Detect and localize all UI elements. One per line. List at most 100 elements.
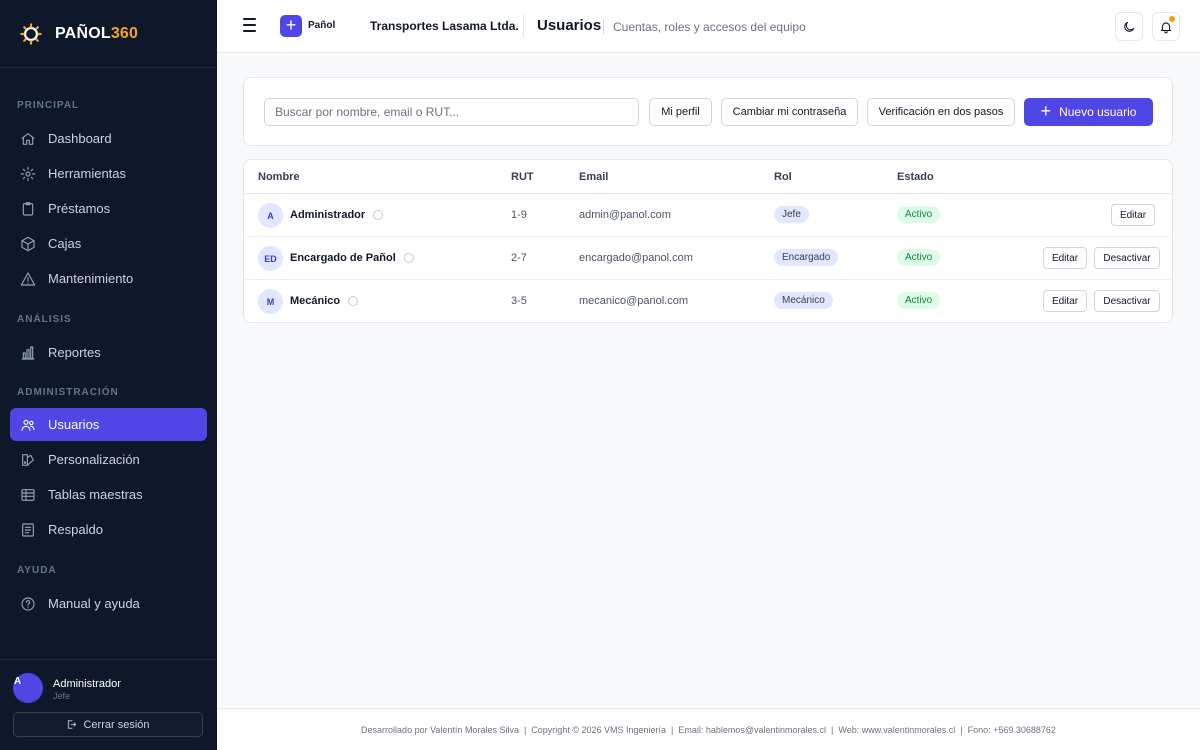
sidebar-item-prestamos[interactable]: Préstamos — [10, 192, 207, 225]
dark-mode-toggle[interactable] — [1115, 12, 1143, 41]
sidebar-user-panel: A Administrador Jefe Cerrar sesión — [0, 659, 217, 750]
edit-button[interactable]: Editar — [1043, 290, 1087, 312]
clipboard-icon — [22, 201, 34, 216]
page-subtitle: Cuentas, roles y accesos del equipo — [613, 20, 806, 34]
logout-label: Cerrar sesión — [83, 718, 150, 731]
top-bar: + Pañol Transportes Lasama Ltda. Usuario… — [217, 0, 1200, 53]
column-header-nombre[interactable]: Nombre — [258, 171, 300, 183]
avatar: A — [258, 203, 283, 228]
palette-icon — [22, 453, 34, 466]
rut-cell: 2-7 — [511, 252, 527, 264]
avatar[interactable]: A — [13, 673, 43, 703]
moon-icon — [1124, 21, 1135, 32]
sidebar-item-reportes[interactable]: Reportes — [10, 336, 207, 369]
users-table: Nombre RUT Email Rol Estado A Administra… — [243, 159, 1173, 323]
divider — [523, 14, 524, 38]
user-name: Administrador — [53, 678, 121, 690]
sidebar-item-label: Respaldo — [48, 522, 103, 537]
email-cell: admin@panol.com — [579, 209, 671, 221]
column-header-rol[interactable]: Rol — [774, 171, 792, 183]
avatar: M — [258, 289, 283, 314]
email-cell: mecanico@panol.com — [579, 295, 688, 307]
sidebar: PAÑOL360 PRINCIPAL Dashboard Herramienta… — [0, 0, 217, 750]
gear-icon — [20, 166, 36, 181]
hamburger-menu-icon[interactable] — [243, 18, 259, 34]
document-icon — [22, 522, 34, 537]
section-title-administracion: ADMINISTRACIÓN — [17, 387, 119, 398]
new-user-button[interactable]: + Nuevo usuario — [1024, 98, 1153, 126]
table-row: M Mecánico 3-5 mecanico@panol.com Mecáni… — [244, 280, 1172, 322]
users-toolbar: Mi perfil Cambiar mi contraseña Verifica… — [243, 77, 1173, 146]
user-name-cell: Administrador — [290, 209, 384, 221]
my-profile-button[interactable]: Mi perfil — [649, 98, 712, 126]
column-header-estado[interactable]: Estado — [897, 171, 934, 183]
sidebar-item-label: Mantenimiento — [48, 271, 134, 286]
email-cell: encargado@panol.com — [579, 252, 693, 264]
role-badge: Mecánico — [774, 292, 833, 309]
app-badge-label: Pañol — [308, 20, 336, 31]
user-role: Jefe — [53, 691, 71, 701]
deactivate-button[interactable]: Desactivar — [1094, 290, 1160, 312]
sidebar-item-label: Reportes — [48, 345, 101, 360]
edit-button[interactable]: Editar — [1111, 204, 1155, 226]
logout-icon — [68, 720, 77, 729]
user-name-cell: Mecánico — [290, 295, 359, 307]
status-badge: Activo — [897, 292, 941, 309]
change-password-button[interactable]: Cambiar mi contraseña — [721, 98, 858, 126]
plus-icon[interactable]: + — [280, 15, 302, 37]
bar-chart-icon — [21, 345, 35, 360]
sidebar-item-personalizacion[interactable]: Personalización — [10, 443, 207, 476]
notifications-button[interactable] — [1152, 12, 1180, 41]
search-input[interactable] — [264, 98, 639, 126]
deactivate-button[interactable]: Desactivar — [1094, 247, 1160, 269]
new-user-label: Nuevo usuario — [1059, 105, 1137, 119]
brand[interactable]: PAÑOL360 — [0, 0, 217, 68]
brand-name: PAÑOL360 — [55, 24, 139, 42]
sidebar-item-dashboard[interactable]: Dashboard — [10, 122, 207, 155]
plus-icon: + — [1040, 101, 1052, 121]
edit-button[interactable]: Editar — [1043, 247, 1087, 269]
home-icon — [21, 132, 35, 145]
section-title-ayuda: AYUDA — [17, 565, 57, 576]
presence-dot-icon — [373, 210, 384, 220]
sidebar-item-manual[interactable]: Manual y ayuda — [10, 587, 207, 620]
sidebar-item-tablas-maestras[interactable]: Tablas maestras — [10, 478, 207, 511]
table-row: A Administrador 1-9 admin@panol.com Jefe… — [244, 194, 1172, 237]
two-factor-button[interactable]: Verificación en dos pasos — [867, 98, 1015, 126]
column-header-email[interactable]: Email — [579, 171, 608, 183]
sidebar-item-label: Dashboard — [48, 131, 112, 146]
box-icon — [21, 236, 35, 251]
logout-button[interactable]: Cerrar sesión — [13, 712, 203, 737]
user-name-cell: Encargado de Pañol — [290, 252, 414, 264]
users-icon — [21, 419, 35, 431]
rut-cell: 1-9 — [511, 209, 527, 221]
section-title-analisis: ANÁLISIS — [17, 314, 72, 325]
section-title-principal: PRINCIPAL — [17, 100, 80, 111]
sidebar-item-label: Personalización — [48, 452, 140, 467]
sidebar-item-label: Préstamos — [48, 201, 111, 216]
sidebar-item-respaldo[interactable]: Respaldo — [10, 513, 207, 546]
sidebar-item-label: Usuarios — [48, 417, 100, 432]
sidebar-item-label: Manual y ayuda — [48, 596, 140, 611]
presence-dot-icon — [348, 296, 359, 306]
sidebar-item-label: Herramientas — [48, 166, 127, 181]
page-title: Usuarios — [537, 17, 602, 34]
presence-dot-icon — [403, 253, 414, 263]
gear-logo-icon — [20, 22, 42, 45]
column-header-rut[interactable]: RUT — [511, 171, 534, 183]
notification-dot — [1169, 16, 1175, 22]
role-badge: Jefe — [774, 206, 809, 223]
sidebar-item-mantenimiento[interactable]: Mantenimiento — [10, 262, 207, 295]
table-header: Nombre RUT Email Rol Estado — [244, 160, 1172, 194]
sidebar-item-label: Tablas maestras — [48, 487, 143, 502]
help-icon — [21, 596, 35, 611]
role-badge: Encargado — [774, 249, 839, 266]
sidebar-item-usuarios[interactable]: Usuarios — [10, 408, 207, 441]
sidebar-item-cajas[interactable]: Cajas — [10, 227, 207, 260]
status-badge: Activo — [897, 206, 941, 223]
page-footer: Desarrollado por Valentín Morales Silva … — [217, 708, 1200, 750]
sidebar-item-herramientas[interactable]: Herramientas — [10, 157, 207, 190]
divider — [603, 19, 604, 34]
table-icon — [21, 488, 35, 501]
avatar: ED — [258, 246, 283, 271]
